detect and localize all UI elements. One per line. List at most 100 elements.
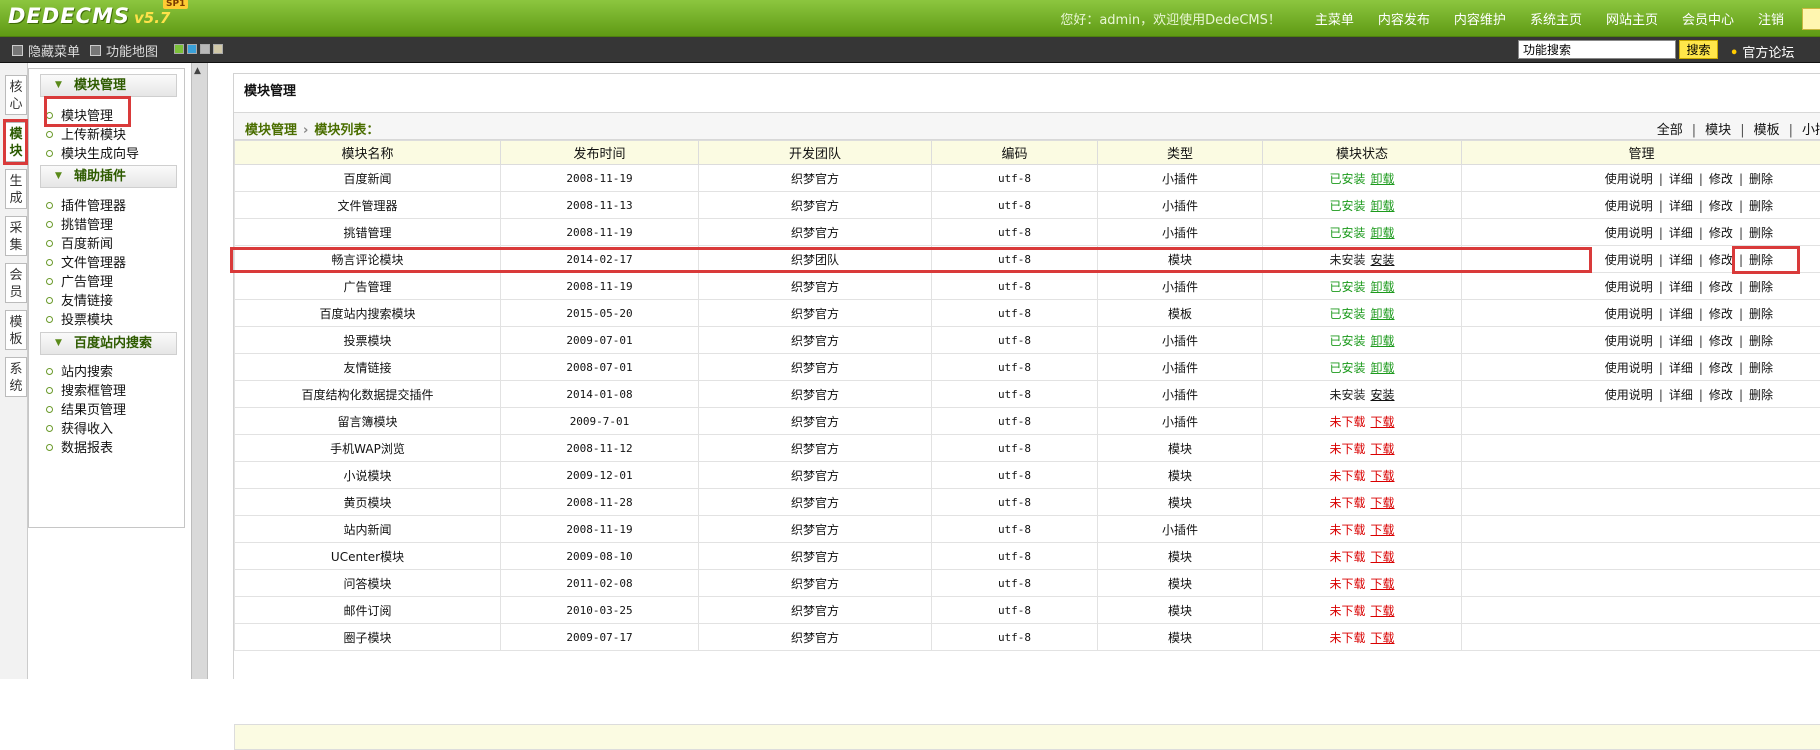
vtab-generate[interactable]: 生成 <box>5 169 27 209</box>
detail-link[interactable]: 详细 <box>1669 361 1693 375</box>
edit-link[interactable]: 修改 <box>1709 172 1733 186</box>
filter-template[interactable]: 模板 <box>1754 123 1780 138</box>
menu-item-file-manager[interactable]: 文件管理器 <box>46 252 126 271</box>
status-action-link[interactable]: 卸载 <box>1371 172 1395 186</box>
delete-link[interactable]: 删除 <box>1749 361 1773 375</box>
scroll-up-icon[interactable]: ▲ <box>194 66 201 76</box>
detail-link[interactable]: 详细 <box>1669 307 1693 321</box>
delete-link[interactable]: 删除 <box>1749 334 1773 348</box>
menu-item-module-wizard[interactable]: 模块生成向导 <box>46 143 139 162</box>
status-action-link[interactable]: 下载 <box>1371 550 1395 564</box>
status-action-link[interactable]: 下载 <box>1371 469 1395 483</box>
detail-link[interactable]: 详细 <box>1669 280 1693 294</box>
menu-item-get-income[interactable]: 获得收入 <box>46 418 113 437</box>
usage-link[interactable]: 使用说明 <box>1605 253 1653 267</box>
hide-menu-button[interactable]: 隐藏菜单 <box>12 41 80 60</box>
usage-link[interactable]: 使用说明 <box>1605 307 1653 321</box>
nav-content-maintain[interactable]: 内容维护 <box>1454 9 1506 28</box>
menu-scrollbar[interactable]: ▲ <box>191 63 208 679</box>
usage-link[interactable]: 使用说明 <box>1605 199 1653 213</box>
detail-link[interactable]: 详细 <box>1669 334 1693 348</box>
menu-section-module-manage[interactable]: 模块管理 <box>40 74 177 97</box>
usage-link[interactable]: 使用说明 <box>1605 172 1653 186</box>
status-action-link[interactable]: 下载 <box>1371 604 1395 618</box>
vtab-collect[interactable]: 采集 <box>5 216 27 256</box>
edit-link[interactable]: 修改 <box>1709 334 1733 348</box>
menu-item-error-manage[interactable]: 挑错管理 <box>46 214 113 233</box>
menu-item-vote-module[interactable]: 投票模块 <box>46 309 113 328</box>
status-action-link[interactable]: 卸载 <box>1371 226 1395 240</box>
status-action-link[interactable]: 卸载 <box>1371 199 1395 213</box>
filter-all[interactable]: 全部 <box>1657 123 1683 138</box>
menu-section-plugins[interactable]: 辅助插件 <box>40 165 177 188</box>
detail-link[interactable]: 详细 <box>1669 199 1693 213</box>
menu-item-friend-links[interactable]: 友情链接 <box>46 290 113 309</box>
detail-link[interactable]: 详细 <box>1669 388 1693 402</box>
module-name-cell: 文件管理器 <box>235 192 501 219</box>
status-action-link[interactable]: 卸载 <box>1371 307 1395 321</box>
menu-item-result-page-manage[interactable]: 结果页管理 <box>46 399 126 418</box>
function-search-input[interactable] <box>1518 40 1676 59</box>
skin-swatch[interactable] <box>187 44 197 54</box>
menu-item-data-report[interactable]: 数据报表 <box>46 437 113 456</box>
status-action-link[interactable]: 下载 <box>1371 631 1395 645</box>
status-action-link[interactable]: 下载 <box>1371 496 1395 510</box>
nav-content-publish[interactable]: 内容发布 <box>1378 9 1430 28</box>
status-action-link[interactable]: 卸载 <box>1371 334 1395 348</box>
vtab-template[interactable]: 模板 <box>5 310 27 350</box>
breadcrumb-module-manage[interactable]: 模块管理 <box>245 123 297 138</box>
function-map-button[interactable]: 功能地图 <box>90 41 158 60</box>
edit-link[interactable]: 修改 <box>1709 361 1733 375</box>
usage-link[interactable]: 使用说明 <box>1605 388 1653 402</box>
status-action-link[interactable]: 下载 <box>1371 442 1395 456</box>
menu-item-plugin-manager[interactable]: 插件管理器 <box>46 195 126 214</box>
detail-link[interactable]: 详细 <box>1669 253 1693 267</box>
vtab-system[interactable]: 系统 <box>5 357 27 397</box>
usage-link[interactable]: 使用说明 <box>1605 334 1653 348</box>
nav-site-home[interactable]: 网站主页 <box>1606 9 1658 28</box>
usage-link[interactable]: 使用说明 <box>1605 361 1653 375</box>
menu-section-baidu-search[interactable]: 百度站内搜索 <box>40 332 177 355</box>
filter-module[interactable]: 模块 <box>1705 123 1731 138</box>
delete-link[interactable]: 删除 <box>1749 307 1773 321</box>
edit-link[interactable]: 修改 <box>1709 280 1733 294</box>
filter-plugin[interactable]: 小插件 <box>1802 123 1820 138</box>
menu-item-searchbox-manage[interactable]: 搜索框管理 <box>46 380 126 399</box>
skin-swatch[interactable] <box>213 44 223 54</box>
status-action-link[interactable]: 安装 <box>1371 388 1395 402</box>
skin-swatch[interactable] <box>200 44 210 54</box>
forum-label: 官方论坛 <box>1742 46 1794 61</box>
delete-link[interactable]: 删除 <box>1749 226 1773 240</box>
status-action-link[interactable]: 卸载 <box>1371 361 1395 375</box>
menu-item-baidu-news[interactable]: 百度新闻 <box>46 233 113 252</box>
edit-link[interactable]: 修改 <box>1709 388 1733 402</box>
menu-item-ad-manage[interactable]: 广告管理 <box>46 271 113 290</box>
menu-item-site-search[interactable]: 站内搜索 <box>46 361 113 380</box>
skin-swatch[interactable] <box>174 44 184 54</box>
status-action-link[interactable]: 卸载 <box>1371 280 1395 294</box>
delete-link[interactable]: 删除 <box>1749 172 1773 186</box>
detail-link[interactable]: 详细 <box>1669 172 1693 186</box>
edit-link[interactable]: 修改 <box>1709 226 1733 240</box>
nav-logout[interactable]: 注销 <box>1758 9 1784 28</box>
vtab-member[interactable]: 会员 <box>5 263 27 303</box>
search-button[interactable]: 搜索 <box>1679 40 1718 59</box>
nav-main-menu[interactable]: 主菜单 <box>1315 9 1354 28</box>
edit-link[interactable]: 修改 <box>1709 199 1733 213</box>
delete-link[interactable]: 删除 <box>1749 388 1773 402</box>
edit-link[interactable]: 修改 <box>1709 307 1733 321</box>
status-action-link[interactable]: 下载 <box>1371 577 1395 591</box>
delete-link[interactable]: 删除 <box>1749 280 1773 294</box>
status-action-link[interactable]: 下载 <box>1371 415 1395 429</box>
delete-link[interactable]: 删除 <box>1749 199 1773 213</box>
header-edge-tab[interactable] <box>1802 8 1820 30</box>
usage-link[interactable]: 使用说明 <box>1605 226 1653 240</box>
nav-system-home[interactable]: 系统主页 <box>1530 9 1582 28</box>
vtab-core[interactable]: 核心 <box>5 75 27 115</box>
detail-link[interactable]: 详细 <box>1669 226 1693 240</box>
official-forum-link[interactable]: •官方论坛 <box>1730 42 1794 61</box>
usage-link[interactable]: 使用说明 <box>1605 280 1653 294</box>
nav-member-center[interactable]: 会员中心 <box>1682 9 1734 28</box>
edit-link[interactable]: 修改 <box>1709 253 1733 267</box>
status-action-link[interactable]: 下载 <box>1371 523 1395 537</box>
